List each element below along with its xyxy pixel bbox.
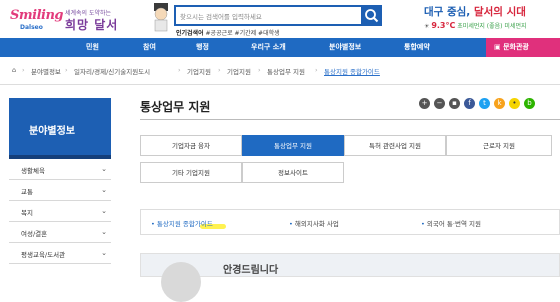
facebook-icon[interactable]: f [464, 98, 475, 109]
breadcrumb-current[interactable]: 통상지원 종합가이드 [324, 66, 380, 76]
sidebar-item-label: 여성/결혼 [21, 230, 48, 238]
nav-item-field-info[interactable]: 분야별정보 [329, 42, 361, 52]
sun-icon: ☀ [424, 23, 430, 30]
tab-patent[interactable]: 특허 관련사업 지원 [344, 135, 446, 156]
breadcrumb-separator: › [218, 66, 221, 74]
nav-item-about[interactable]: 우리구 소개 [251, 42, 286, 52]
logo-en-sub: Dalseo [20, 24, 43, 31]
kakaostory-icon[interactable]: k [494, 98, 505, 109]
sidebar-title: 분야별정보 [9, 98, 111, 159]
breadcrumb-separator: › [178, 66, 181, 74]
logo-en: Smiling [10, 8, 64, 23]
zoom-in-icon[interactable]: + [419, 98, 430, 109]
breadcrumb-item[interactable]: 기업지원 [187, 66, 211, 76]
tab-trade-support[interactable]: 통상업무 지원 [242, 135, 344, 156]
sidebar: 분야별정보 생활체육 ⌄ 교통 ⌄ 복지 ⌄ 여성/결혼 ⌄ 평생교육/도서관 … [9, 98, 111, 264]
sidebar-item-traffic[interactable]: 교통 ⌄ [9, 180, 111, 201]
sidebar-item-label: 교통 [21, 188, 33, 196]
tab-group: 기업자금 융자 통상업무 지원 특허 관련사업 지원 근로자 지원 기타 기업지… [140, 135, 560, 183]
tab-funding[interactable]: 기업자금 융자 [140, 135, 242, 156]
search-box[interactable]: 찾으시는 검색어를 입력하세요 [174, 5, 382, 26]
breadcrumb-item[interactable]: 일자리/경제/신기술지원도시 [74, 66, 150, 76]
link-overseas-branch[interactable]: • 해외지사화 사업 [289, 218, 339, 228]
page-title: 통상업무 지원 [140, 100, 211, 114]
tab-worker[interactable]: 근로자 지원 [446, 135, 552, 156]
chevron-down-icon: ⌄ [101, 186, 107, 194]
content-box: 안경드림니다 [140, 253, 560, 302]
popular-terms[interactable]: #공공근로 #기간제 #대학생 [206, 30, 280, 37]
sidebar-item-label: 평생교육/도서관 [21, 251, 66, 259]
link-trade-guide[interactable]: • 통상지원 종합가이드 [151, 218, 213, 228]
weather-widget: ☀ 9.3°C 초미세먼지 (좋음) 미세먼지 [424, 21, 527, 30]
link-label: 외국어 통·번역 지원 [426, 220, 481, 228]
breadcrumb-item[interactable]: 기업지원 [227, 66, 251, 76]
nav-item-participation[interactable]: 참여 [143, 42, 156, 52]
band-icon[interactable]: b [524, 98, 535, 109]
search-input[interactable]: 찾으시는 검색어를 입력하세요 [180, 11, 262, 21]
sidebar-item-welfare[interactable]: 복지 ⌄ [9, 201, 111, 222]
culture-label: 문화관광 [503, 43, 529, 51]
search-icon [365, 9, 379, 23]
breadcrumb-separator: › [258, 66, 261, 74]
nav-culture-button[interactable]: ▣ 문화관광 [486, 38, 560, 57]
zoom-out-icon[interactable]: − [434, 98, 445, 109]
nav-item-civil[interactable]: 민원 [86, 42, 99, 52]
home-icon[interactable]: ⌂ [12, 66, 16, 74]
nav-item-administration[interactable]: 행정 [196, 42, 209, 52]
site-header: Smiling Dalseo 세계속의 도약하는 희망 달서 찾으시는 검색어를… [0, 0, 560, 38]
slogan-red: 달서의 시대 [473, 6, 526, 18]
main-nav: 민원 참여 행정 우리구 소개 분야별정보 통합예약 ▣ 문화관광 [0, 38, 560, 57]
page-tools: + − ▪ f t k • b [419, 98, 559, 110]
chevron-down-icon: ⌄ [101, 165, 107, 173]
chevron-down-icon: ⌄ [101, 249, 107, 257]
twitter-icon[interactable]: t [479, 98, 490, 109]
culture-icon: ▣ [494, 43, 504, 51]
logo-kr-big: 희망 달서 [65, 18, 119, 32]
slogan-blue: 대구 중심, [424, 6, 471, 18]
sub-links: • 통상지원 종합가이드 • 해외지사화 사업 • 외국어 통·번역 지원 [140, 209, 560, 235]
tab-info-sites[interactable]: 정보사이트 [242, 162, 344, 183]
site-logo[interactable]: Smiling Dalseo 세계속의 도약하는 희망 달서 [10, 4, 125, 34]
sidebar-item-education[interactable]: 평생교육/도서관 ⌄ [9, 243, 111, 264]
chevron-down-icon: ⌄ [101, 207, 107, 215]
slogan: 대구 중심, 달서의 시대 [424, 4, 526, 19]
content-title: 안경드림니다 [223, 265, 279, 276]
breadcrumb-item[interactable]: 분야별정보 [31, 66, 61, 76]
title-divider [140, 119, 560, 120]
search-button[interactable] [361, 5, 382, 26]
breadcrumb-item[interactable]: 통상업무 지원 [267, 66, 305, 76]
link-label: 통상지원 종합가이드 [156, 220, 213, 228]
nav-item-reservation[interactable]: 통합예약 [404, 42, 430, 52]
sidebar-item-label: 생활체육 [21, 167, 45, 175]
sidebar-item-sports[interactable]: 생활체육 ⌄ [9, 159, 111, 180]
link-label: 해외지사화 사업 [294, 220, 339, 228]
kakaotalk-icon[interactable]: • [509, 98, 520, 109]
content-image [161, 262, 201, 302]
popular-label: 인기검색어 [176, 30, 204, 37]
tab-other[interactable]: 기타 기업지원 [140, 162, 242, 183]
breadcrumb-separator: › [315, 66, 318, 74]
sidebar-title-text: 분야별정보 [29, 126, 75, 137]
sidebar-item-label: 복지 [21, 209, 33, 217]
popular-searches: 인기검색어 #공공근로 #기간제 #대학생 [176, 28, 280, 37]
chevron-down-icon: ⌄ [101, 228, 107, 236]
breadcrumb-separator: › [65, 66, 68, 74]
breadcrumb-separator: › [22, 66, 25, 74]
breadcrumb: ⌂ › 분야별정보 › 일자리/경제/신기술지원도시 › 기업지원 › 기업지원… [0, 57, 560, 85]
temperature: 9.3°C [431, 21, 456, 30]
print-icon[interactable]: ▪ [449, 98, 460, 109]
air-quality: 초미세먼지 (좋음) 미세먼지 [457, 23, 527, 30]
sidebar-item-women[interactable]: 여성/결혼 ⌄ [9, 222, 111, 243]
mascot-icon [154, 3, 168, 32]
link-translation[interactable]: • 외국어 통·번역 지원 [421, 218, 481, 228]
